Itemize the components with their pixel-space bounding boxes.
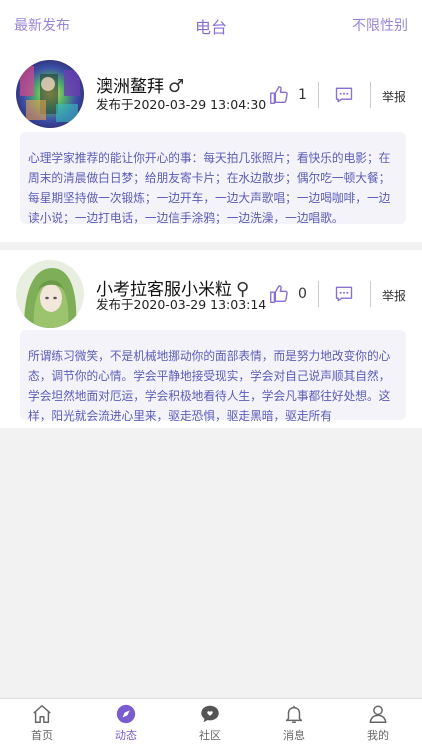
tab-home[interactable]: 首页: [12, 703, 72, 743]
like-count: 1: [298, 87, 307, 103]
comment-icon[interactable]: [334, 284, 354, 304]
user-icon: [369, 705, 387, 723]
divider: [370, 82, 371, 108]
top-bar: 最新发布 电台 不限性别: [0, 0, 422, 52]
thumbs-up-icon[interactable]: [268, 283, 290, 305]
avatar[interactable]: [16, 260, 84, 328]
bottom-tab-bar: 首页 动态 社区 消息 我的: [0, 698, 422, 750]
report-button[interactable]: 举报: [382, 287, 406, 304]
compass-icon: [116, 704, 136, 724]
post-time: 发布于2020-03-29 13:03:14: [96, 297, 267, 312]
comment-icon[interactable]: [334, 85, 354, 105]
post-content: 心理学家推荐的能让你开心的事：每天拍几张照片；看快乐的电影；在周末的清晨做白日梦…: [20, 132, 406, 225]
avatar[interactable]: [16, 60, 84, 128]
gender-filter-button[interactable]: 不限性别: [352, 15, 408, 35]
home-icon: [33, 705, 51, 723]
divider: [318, 82, 319, 108]
post-time: 发布于2020-03-29 13:04:30: [96, 97, 267, 112]
divider: [370, 281, 371, 307]
post-card: 澳洲鳌拜 ♂ 发布于2020-03-29 13:04:30 1 举报 心理学家推荐…: [0, 52, 422, 242]
bell-icon: [285, 705, 303, 723]
post-actions: 1 举报: [262, 82, 422, 110]
post-actions: 0 举报: [262, 281, 422, 309]
thumbs-up-icon[interactable]: [268, 84, 290, 106]
divider: [318, 281, 319, 307]
chat-bubble-icon: [201, 705, 219, 723]
like-count: 0: [298, 286, 307, 302]
post-content: 所谓练习微笑，不是机械地挪动你的面部表情，而是努力地改变你的心态，调节你的心情。…: [20, 330, 406, 423]
tab-messages[interactable]: 消息: [264, 703, 324, 743]
post-card: 小考拉客服小米粒 ⚲ 发布于2020-03-29 13:03:14 0 举报 所谓…: [0, 250, 422, 428]
tab-feed[interactable]: 动态: [96, 703, 156, 743]
tab-profile[interactable]: 我的: [348, 703, 408, 743]
report-button[interactable]: 举报: [382, 88, 406, 105]
tab-community[interactable]: 社区: [180, 703, 240, 743]
